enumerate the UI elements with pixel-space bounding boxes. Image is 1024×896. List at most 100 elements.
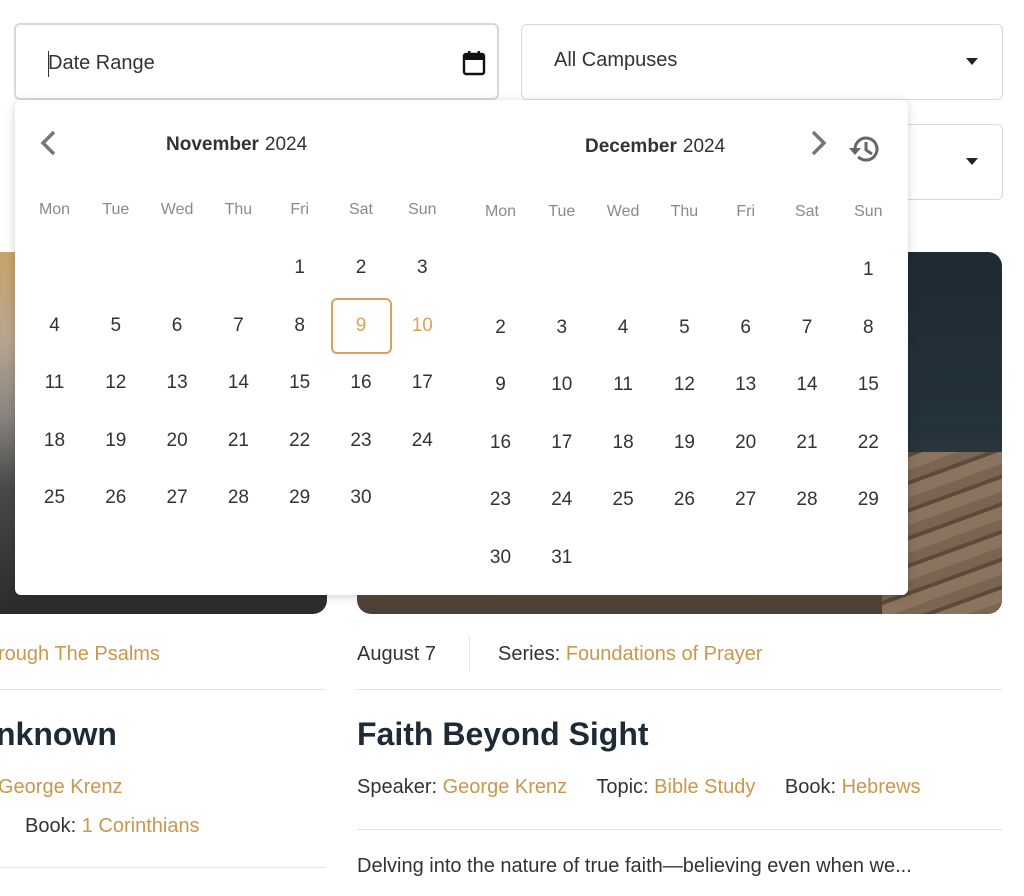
calendar-day[interactable]: 2 xyxy=(470,300,531,356)
calendar-day[interactable]: 19 xyxy=(654,415,715,471)
calendar-day[interactable]: 4 xyxy=(593,300,654,356)
calendar-day[interactable]: 10 xyxy=(531,357,592,413)
calendar-day[interactable]: 11 xyxy=(24,355,85,411)
speaker-link-right[interactable]: George Krenz xyxy=(443,776,568,798)
calendar-day[interactable]: 20 xyxy=(715,415,776,471)
calendar-day[interactable]: 21 xyxy=(208,413,269,469)
calendar-day[interactable]: 15 xyxy=(269,355,330,411)
calendar-day[interactable]: 12 xyxy=(85,355,146,411)
series-link-right[interactable]: Foundations of Prayer xyxy=(566,643,763,665)
calendar-day[interactable]: 24 xyxy=(531,472,592,528)
calendar-day[interactable]: 1 xyxy=(838,242,899,298)
calendar-day[interactable]: 1 xyxy=(269,240,330,296)
divider xyxy=(0,867,326,868)
calendar-day[interactable]: 3 xyxy=(392,240,453,296)
calendar-day[interactable]: 2 xyxy=(331,240,392,296)
calendar-day[interactable]: 16 xyxy=(331,355,392,411)
weekday-header: Wed xyxy=(160,201,194,218)
series-right: Series: Foundations of Prayer xyxy=(498,643,763,666)
weekday-header: Sat xyxy=(348,201,373,218)
calendar-day[interactable]: 14 xyxy=(777,357,838,413)
weekday-header: Thu xyxy=(224,201,253,218)
calendar-day[interactable]: 25 xyxy=(24,470,85,526)
calendar-day[interactable]: 24 xyxy=(392,413,453,469)
calendar-day[interactable]: 4 xyxy=(24,298,85,354)
next-month-icon[interactable] xyxy=(808,128,830,158)
campus-select-value: All Campuses xyxy=(554,49,678,71)
calendar-day[interactable]: 28 xyxy=(208,470,269,526)
campus-select[interactable]: All Campuses xyxy=(521,24,1003,100)
calendar-day[interactable]: 17 xyxy=(392,355,453,411)
weekday-header: Sun xyxy=(854,203,883,220)
calendar-day[interactable]: 5 xyxy=(85,298,146,354)
series-link-left[interactable]: rough The Psalms xyxy=(0,643,160,666)
calendar-day[interactable]: 21 xyxy=(777,415,838,471)
weekday-header: Fri xyxy=(736,203,756,220)
month-name-left: November xyxy=(166,134,259,155)
calendar-day[interactable]: 13 xyxy=(147,355,208,411)
calendar-day[interactable]: 7 xyxy=(777,300,838,356)
calendar-day[interactable]: 7 xyxy=(208,298,269,354)
calendar-day[interactable]: 16 xyxy=(470,415,531,471)
calendar-day[interactable]: 26 xyxy=(654,472,715,528)
date-range-input[interactable] xyxy=(48,49,428,77)
calendar-day[interactable]: 3 xyxy=(531,300,592,356)
book-link-right[interactable]: Hebrews xyxy=(842,776,921,798)
calendar-day[interactable]: 13 xyxy=(715,357,776,413)
calendar-day[interactable]: 5 xyxy=(654,300,715,356)
topic-link[interactable]: Bible Study xyxy=(654,776,755,798)
calendar-day[interactable]: 8 xyxy=(838,300,899,356)
book-link-left[interactable]: 1 Corinthians xyxy=(82,815,200,837)
calendar-day[interactable]: 30 xyxy=(331,470,392,526)
calendar-day[interactable]: 9 xyxy=(330,297,392,354)
sermon-title-right[interactable]: Faith Beyond Sight xyxy=(357,716,649,753)
chevron-down-icon xyxy=(966,158,978,165)
calendar-day[interactable]: 25 xyxy=(593,472,654,528)
calendar-day[interactable]: 11 xyxy=(593,357,654,413)
divider xyxy=(357,829,1002,830)
calendar-day[interactable]: 23 xyxy=(331,413,392,469)
calendar-day[interactable]: 29 xyxy=(269,470,330,526)
calendar-day[interactable]: 18 xyxy=(24,413,85,469)
calendar-day[interactable]: 31 xyxy=(531,530,592,586)
calendar-icon[interactable] xyxy=(462,50,486,76)
calendar-day[interactable]: 20 xyxy=(147,413,208,469)
calendar-day[interactable]: 23 xyxy=(470,472,531,528)
calendar-day[interactable]: 22 xyxy=(838,415,899,471)
speaker-link-left[interactable]: George Krenz xyxy=(0,776,123,799)
divider xyxy=(0,689,326,690)
weekday-header: Tue xyxy=(102,201,130,218)
calendar-day[interactable]: 27 xyxy=(715,472,776,528)
calendar-day[interactable]: 30 xyxy=(470,530,531,586)
weekday-header: Mon xyxy=(38,201,71,218)
calendar-day[interactable]: 14 xyxy=(208,355,269,411)
topic-label: Topic: xyxy=(596,776,649,798)
prev-month-icon[interactable] xyxy=(37,128,59,158)
calendar-day[interactable]: 19 xyxy=(85,413,146,469)
calendar-day[interactable]: 29 xyxy=(838,472,899,528)
calendar-day[interactable]: 17 xyxy=(531,415,592,471)
speaker-label: Speaker: xyxy=(357,776,438,798)
month-year-right: 2024 xyxy=(682,136,726,157)
date-range-input-box[interactable] xyxy=(14,23,499,100)
month-title-left: November 2024 xyxy=(166,134,307,156)
calendar-day[interactable]: 22 xyxy=(269,413,330,469)
history-icon[interactable] xyxy=(846,131,882,167)
weekday-header: Tue xyxy=(548,203,576,220)
sermon-date: August 7 xyxy=(357,643,436,665)
calendar-day[interactable]: 6 xyxy=(715,300,776,356)
calendar-day[interactable]: 18 xyxy=(593,415,654,471)
calendar-day[interactable]: 8 xyxy=(269,298,330,354)
calendar-day[interactable]: 28 xyxy=(777,472,838,528)
calendar-day[interactable]: 27 xyxy=(147,470,208,526)
calendar-day[interactable]: 9 xyxy=(470,357,531,413)
calendar-day[interactable]: 12 xyxy=(654,357,715,413)
calendar-day[interactable]: 15 xyxy=(838,357,899,413)
sermon-title-left[interactable]: nknown xyxy=(0,716,117,753)
calendar-day[interactable]: 26 xyxy=(85,470,146,526)
sermon-tags: Speaker: George Krenz Topic: Bible Study… xyxy=(357,776,921,799)
book-label: Book: xyxy=(784,776,837,798)
calendar-day[interactable]: 10 xyxy=(392,298,453,354)
calendar-day[interactable]: 6 xyxy=(147,298,208,354)
weekday-header: Fri xyxy=(290,201,310,218)
